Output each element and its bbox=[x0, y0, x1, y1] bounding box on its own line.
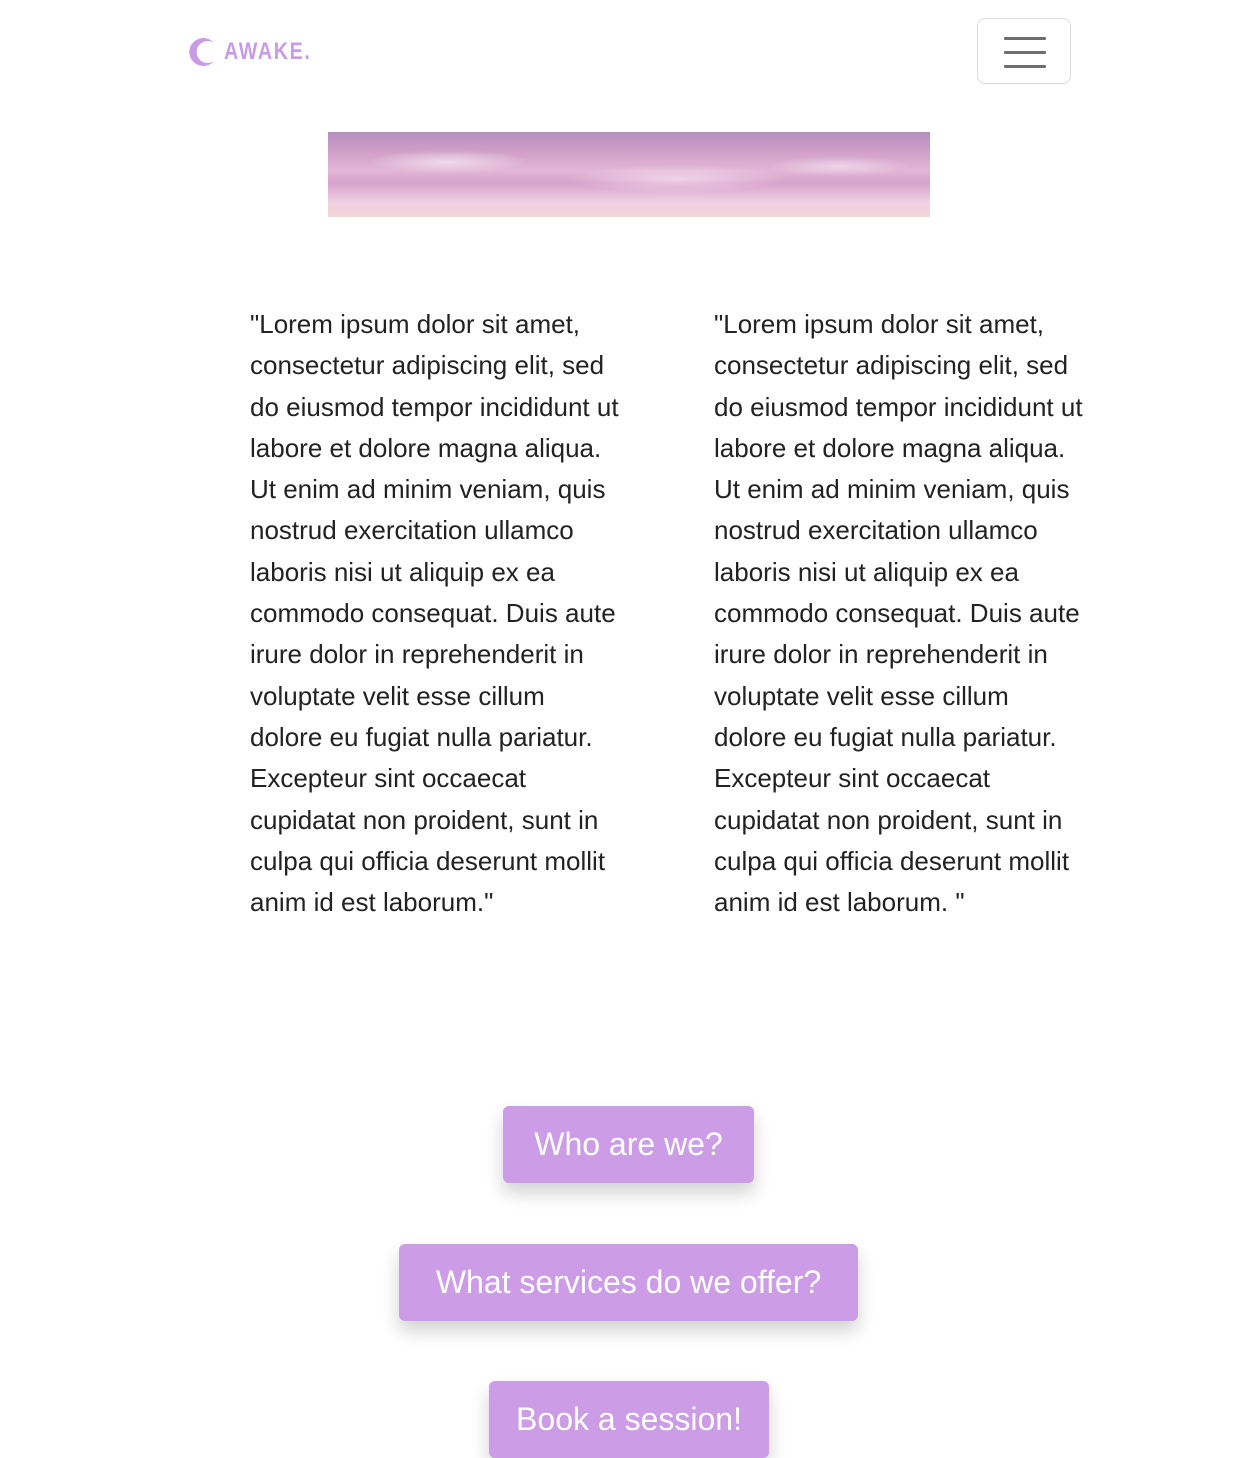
who-are-we-button[interactable]: Who are we? bbox=[503, 1106, 754, 1183]
brand-name: AWAKE. bbox=[224, 38, 312, 65]
navbar: AWAKE. bbox=[0, 0, 1238, 106]
menu-toggle-button[interactable] bbox=[977, 18, 1071, 84]
intro-text-left: "Lorem ipsum dolor sit amet, consectetur… bbox=[250, 309, 619, 918]
brand-logo-link[interactable]: AWAKE. bbox=[186, 33, 331, 71]
crescent-moon-icon bbox=[189, 38, 214, 66]
hamburger-menu-icon bbox=[1004, 36, 1046, 68]
hero-sky-banner bbox=[328, 132, 930, 217]
intro-text-right: "Lorem ipsum dolor sit amet, consectetur… bbox=[714, 309, 1083, 918]
services-button[interactable]: What services do we offer? bbox=[399, 1244, 858, 1321]
book-session-button[interactable]: Book a session! bbox=[489, 1381, 769, 1458]
